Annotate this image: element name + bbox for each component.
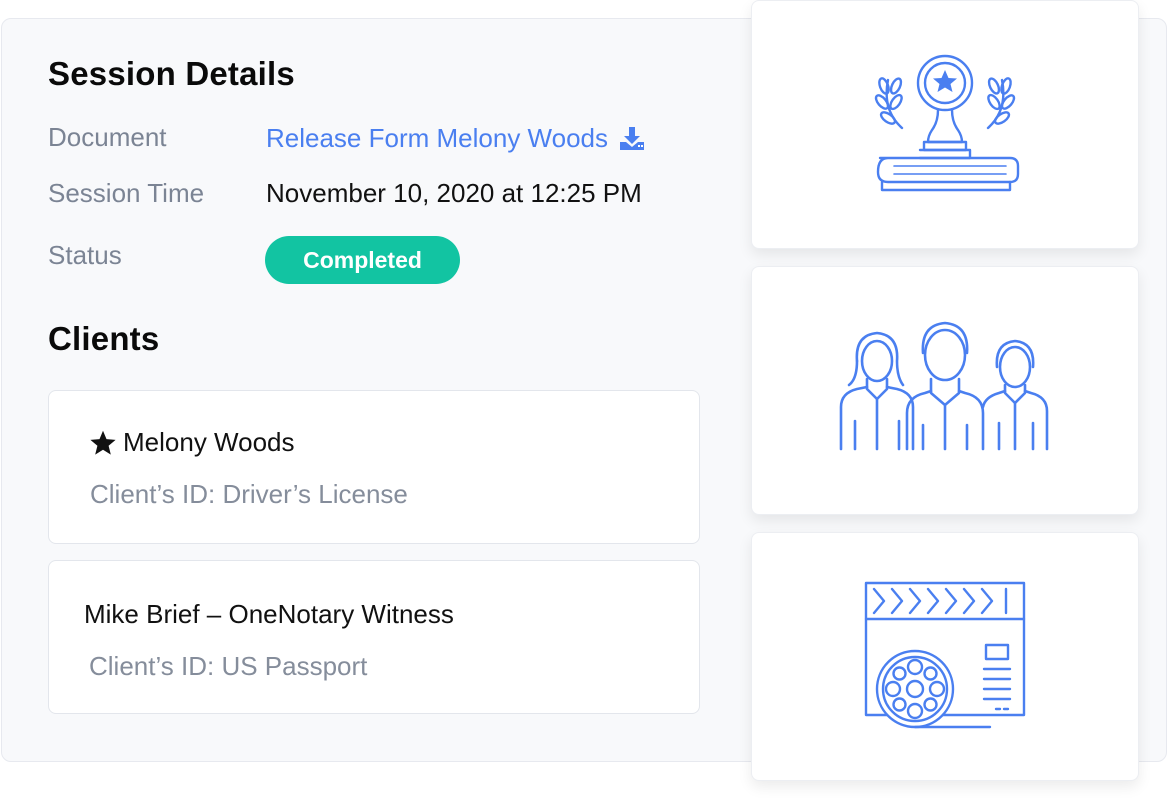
- film-clapperboard-icon: [864, 581, 1026, 728]
- document-label: Document: [48, 122, 167, 152]
- session-time-value: November 10, 2020 at 12:25 PM: [266, 178, 642, 208]
- people-group-icon: [839, 321, 1049, 450]
- status-badge: Completed: [265, 236, 460, 284]
- document-download-link[interactable]: Release Form Melony Woods: [266, 123, 646, 154]
- client-name: Melony Woods: [123, 427, 295, 457]
- client-name: Mike Brief – OneNotary Witness: [84, 599, 454, 629]
- star-icon: [90, 430, 116, 455]
- people-tile: [751, 266, 1139, 515]
- status-label: Status: [48, 240, 122, 270]
- document-name: Release Form Melony Woods: [266, 123, 608, 153]
- film-tile: [751, 532, 1139, 781]
- client-card[interactable]: Mike Brief – OneNotary Witness Client’s …: [48, 560, 700, 714]
- trophy-tile: [751, 0, 1139, 249]
- trophy-award-icon: [874, 54, 1020, 191]
- client-id: Client’s ID: Driver’s License: [90, 479, 408, 509]
- clients-title: Clients: [48, 320, 160, 357]
- session-time-label: Session Time: [48, 178, 205, 208]
- session-details-title: Session Details: [48, 55, 295, 92]
- download-icon: [620, 126, 644, 150]
- client-id: Client’s ID: US Passport: [89, 651, 368, 681]
- client-card[interactable]: Melony Woods Client’s ID: Driver’s Licen…: [48, 390, 700, 544]
- client-name-row: Melony Woods: [89, 427, 295, 458]
